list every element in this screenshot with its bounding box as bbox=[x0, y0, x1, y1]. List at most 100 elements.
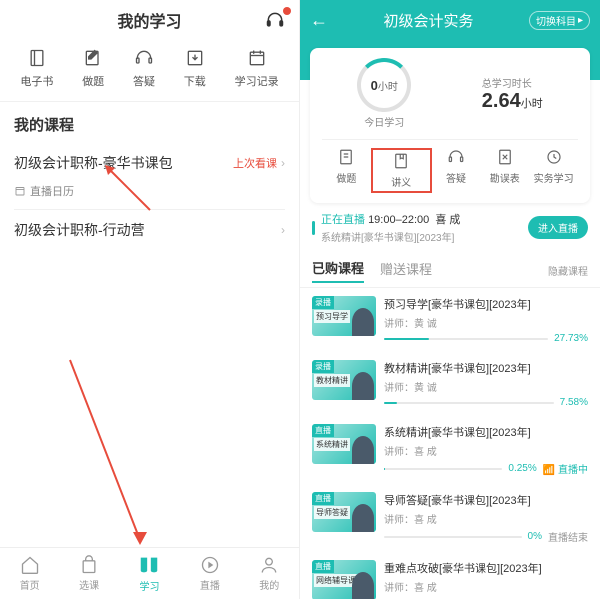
edit-icon bbox=[83, 48, 103, 68]
course-name: 教材精讲[豪华书课包][2023年] bbox=[384, 360, 588, 376]
live-calendar-link[interactable]: 直播日历 bbox=[0, 183, 299, 209]
nav-qa[interactable]: 答疑 bbox=[133, 48, 155, 89]
bottom-tab-bar: 首页 选课 学习 直播 我的 bbox=[0, 547, 299, 599]
stab-exercise[interactable]: 做题 bbox=[322, 148, 371, 193]
course-name: 初级会计职称-行动营 bbox=[14, 220, 145, 240]
course-teacher: 讲师：黄 诚 bbox=[384, 379, 588, 394]
thumb-tag: 录播 bbox=[312, 360, 334, 373]
stats-card: 0小时 今日学习 总学习时长 2.64小时 做题 讲义 答疑 bbox=[310, 48, 590, 203]
notification-badge bbox=[283, 7, 291, 15]
stab-qa[interactable]: 答疑 bbox=[432, 148, 481, 193]
nav-label: 电子书 bbox=[20, 73, 53, 89]
course-teacher: 讲师：喜 成 bbox=[384, 443, 588, 458]
course-status: 直播结束 bbox=[548, 529, 588, 544]
right-panel: ← 初级会计实务 切换科目 ▸ 0小时 今日学习 总学习时长 2.64小时 做题 bbox=[300, 0, 600, 599]
stab-practice[interactable]: 实务学习 bbox=[529, 148, 578, 193]
tab-purchased[interactable]: 已购课程 bbox=[312, 258, 364, 283]
tab-label: 我的 bbox=[259, 577, 279, 592]
course-item[interactable]: 直播 网络辅导课程 重难点攻破[豪华书课包][2023年] 讲师：喜 成 考前1… bbox=[300, 552, 600, 599]
section-title: 我的课程 bbox=[0, 102, 299, 143]
course-list[interactable]: 录播 预习导学 预习导学[豪华书课包][2023年] 讲师：黄 诚 27.73%… bbox=[300, 288, 600, 599]
total-label: 总学习时长 bbox=[482, 75, 532, 90]
stab-label: 答疑 bbox=[446, 170, 466, 185]
back-button[interactable]: ← bbox=[310, 10, 328, 31]
left-top-nav: 电子书 做题 答疑 下载 学习记录 bbox=[0, 40, 299, 102]
enter-live-button[interactable]: 进入直播 bbox=[528, 216, 588, 239]
course-name: 重难点攻破[豪华书课包][2023年] bbox=[384, 560, 588, 576]
avatar bbox=[352, 436, 374, 464]
tab-home[interactable]: 首页 bbox=[20, 555, 40, 592]
calendar-icon bbox=[247, 48, 267, 68]
stab-label: 实务学习 bbox=[534, 170, 574, 185]
course-item[interactable]: 录播 教材精讲 教材精讲[豪华书课包][2023年] 讲师：黄 诚 7.58% bbox=[300, 352, 600, 416]
progress-pct: 7.58% bbox=[560, 397, 588, 408]
nav-label: 做题 bbox=[82, 73, 104, 89]
thumb-tag: 录播 bbox=[312, 296, 334, 309]
stab-notes[interactable]: 讲义 bbox=[371, 148, 432, 193]
tab-label: 直播 bbox=[200, 577, 220, 592]
today-study-ring: 0小时 bbox=[357, 58, 411, 112]
left-header: 我的学习 bbox=[0, 0, 299, 40]
tab-label: 选课 bbox=[79, 577, 99, 592]
chevron-right-icon: › bbox=[281, 156, 285, 170]
nav-exercise[interactable]: 做题 bbox=[82, 48, 104, 89]
today-label: 今日学习 bbox=[357, 114, 411, 129]
nav-history[interactable]: 学习记录 bbox=[235, 48, 279, 89]
thumb-text: 预习导学 bbox=[314, 310, 350, 323]
nav-label: 下载 bbox=[184, 73, 206, 89]
book-icon bbox=[27, 48, 47, 68]
nav-label: 答疑 bbox=[133, 73, 155, 89]
stab-label: 勘误表 bbox=[490, 170, 520, 185]
progress-bar bbox=[384, 468, 502, 470]
page-title: 初级会计实务 bbox=[328, 10, 529, 31]
thumb-tag: 直播 bbox=[312, 560, 334, 573]
stab-errata[interactable]: 勘误表 bbox=[480, 148, 529, 193]
course-name: 导师答疑[豪华书课包][2023年] bbox=[384, 492, 588, 508]
switch-subject-button[interactable]: 切换科目 ▸ bbox=[529, 11, 590, 30]
nav-download[interactable]: 下载 bbox=[184, 48, 206, 89]
course-name: 初级会计职称-豪华书课包 bbox=[14, 153, 173, 173]
tab-study[interactable]: 学习 bbox=[138, 554, 160, 593]
course-thumbnail: 录播 预习导学 bbox=[312, 296, 376, 336]
support-icon[interactable] bbox=[265, 10, 285, 30]
last-watched-label: 上次看课 bbox=[233, 155, 277, 171]
course-teacher: 讲师：喜 成 bbox=[384, 579, 588, 594]
tab-me[interactable]: 我的 bbox=[259, 555, 279, 592]
thumb-text: 教材精讲 bbox=[314, 374, 350, 387]
course-thumbnail: 录播 教材精讲 bbox=[312, 360, 376, 400]
tab-courses[interactable]: 选课 bbox=[79, 555, 99, 592]
tab-label: 学习 bbox=[139, 578, 159, 593]
course-status: 📶 直播中 bbox=[543, 461, 588, 476]
chevron-right-icon: › bbox=[281, 223, 285, 237]
course-teacher: 讲师：喜 成 bbox=[384, 511, 588, 526]
page-title: 我的学习 bbox=[117, 8, 181, 32]
download-icon bbox=[185, 48, 205, 68]
progress-pct: 0% bbox=[528, 531, 542, 542]
course-name: 系统精讲[豪华书课包][2023年] bbox=[384, 424, 588, 440]
hide-courses-link[interactable]: 隐藏课程 bbox=[548, 263, 588, 278]
tab-gifted[interactable]: 赠送课程 bbox=[380, 259, 432, 282]
headset-icon bbox=[134, 48, 154, 68]
annotation-arrow bbox=[60, 350, 160, 550]
course-tabs: 已购课程 赠送课程 隐藏课程 bbox=[300, 252, 600, 288]
stab-label: 做题 bbox=[336, 170, 356, 185]
tab-live[interactable]: 直播 bbox=[200, 555, 220, 592]
stats-tabs: 做题 讲义 答疑 勘误表 实务学习 bbox=[322, 139, 578, 193]
left-panel: 我的学习 电子书 做题 答疑 下载 学习记录 我的课程 初级会计职称-豪华书课包 bbox=[0, 0, 300, 599]
avatar bbox=[352, 504, 374, 532]
course-item[interactable]: 直播 系统精讲 系统精讲[豪华书课包][2023年] 讲师：喜 成 0.25% … bbox=[300, 416, 600, 484]
course-item[interactable]: 初级会计职称-豪华书课包 上次看课 › bbox=[0, 143, 299, 183]
progress-pct: 27.73% bbox=[554, 333, 588, 344]
nav-ebook[interactable]: 电子书 bbox=[20, 48, 53, 89]
stab-label: 讲义 bbox=[391, 174, 411, 189]
thumb-tag: 直播 bbox=[312, 424, 334, 437]
course-item[interactable]: 录播 预习导学 预习导学[豪华书课包][2023年] 讲师：黄 诚 27.73% bbox=[300, 288, 600, 352]
live-bar: 正在直播 19:00–22:00 喜 成 系统精讲[豪华书课包][2023年] … bbox=[300, 203, 600, 252]
course-thumbnail: 直播 系统精讲 bbox=[312, 424, 376, 464]
course-item[interactable]: 初级会计职称-行动营 › bbox=[0, 210, 299, 250]
thumb-tag: 直播 bbox=[312, 492, 334, 505]
course-item[interactable]: 直播 导师答疑 导师答疑[豪华书课包][2023年] 讲师：喜 成 0% 直播结… bbox=[300, 484, 600, 552]
avatar bbox=[352, 372, 374, 400]
course-thumbnail: 直播 网络辅导课程 bbox=[312, 560, 376, 599]
progress-bar bbox=[384, 402, 554, 404]
